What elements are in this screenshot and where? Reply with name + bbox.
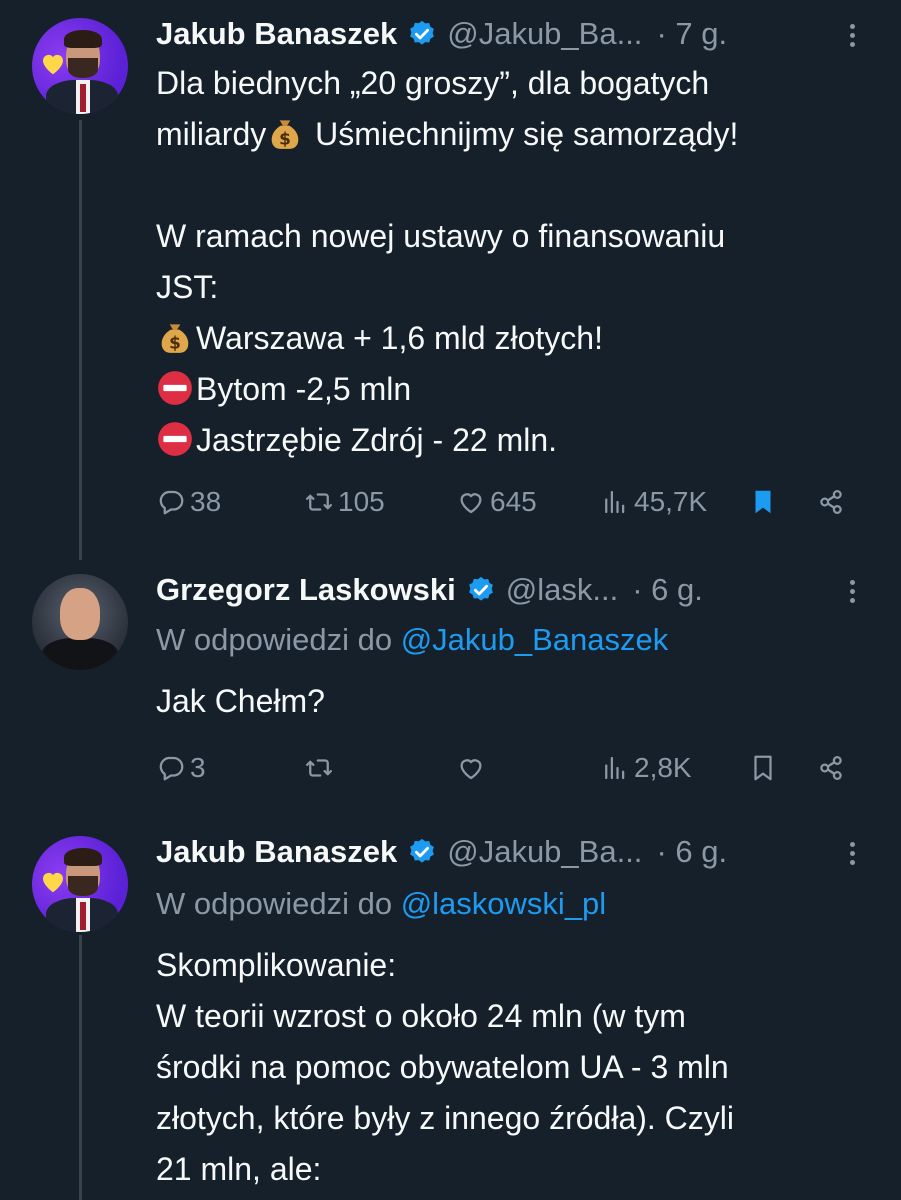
author-handle[interactable]: @Jakub_Ba... [447, 834, 642, 870]
retweet-button[interactable] [304, 748, 334, 788]
tweet-text: Dla biednych „20 groszy”, dla bogatych m… [156, 58, 856, 466]
text-span: Uśmiechnijmy się samorządy! [306, 116, 739, 152]
text-line: środki na pomoc obywatelom UA - 3 mln [156, 1049, 729, 1085]
money-bag-icon: $ [271, 120, 299, 149]
timestamp[interactable]: · 7 g. [656, 16, 727, 52]
reply-icon [159, 490, 184, 515]
avatar[interactable] [32, 18, 128, 114]
bookmark-button[interactable] [748, 482, 778, 522]
reply-to-link[interactable]: @laskowski_pl [401, 886, 606, 921]
more-icon[interactable] [847, 20, 857, 54]
reply-prefix: W odpowiedzi do [156, 886, 393, 921]
author-name[interactable]: Grzegorz Laskowski [156, 572, 456, 608]
reply-prefix: W odpowiedzi do [156, 622, 393, 657]
text-line: W teorii wzrost o około 24 mln (w tym [156, 998, 686, 1034]
reply-context: W odpowiedzi do @Jakub_Banaszek [156, 622, 668, 658]
text-line: $ Warszawa + 1,6 mld złotych! [156, 313, 856, 364]
retweet-icon [306, 759, 332, 777]
author-handle[interactable]: @lask... [506, 572, 618, 608]
heart-icon [43, 872, 63, 893]
share-icon [820, 755, 842, 781]
svg-text:$: $ [169, 333, 181, 353]
tweet-actions: 38 105 645 45,7K [156, 482, 856, 522]
thread-line [79, 120, 82, 560]
more-icon[interactable] [847, 576, 857, 610]
money-bag-icon: $ [161, 324, 189, 353]
tweet-header: Grzegorz Laskowski @lask... · 6 g. [156, 570, 703, 610]
text-span: miliardy [156, 116, 267, 152]
text-line [156, 160, 856, 211]
bookmark-button[interactable] [748, 748, 778, 788]
text-span: Bytom -2,5 mln [196, 371, 412, 407]
like-button[interactable]: 645 [456, 482, 537, 522]
more-icon[interactable] [847, 838, 857, 872]
text-span: Jastrzębie Zdrój - 22 mln. [196, 422, 558, 458]
text-span: Warszawa + 1,6 mld złotych! [196, 320, 603, 356]
text-line: JST: [156, 269, 219, 305]
reply-button[interactable]: 38 [156, 482, 221, 522]
no-entry-icon [158, 422, 192, 456]
text-line: Jastrzębie Zdrój - 22 mln. [156, 415, 856, 466]
text-line: złotych, które były z innego źródła). Cz… [156, 1100, 734, 1136]
reply-button[interactable]: 3 [156, 748, 206, 788]
like-count: 645 [490, 486, 537, 517]
text-line: 21 mln, ale: [156, 1151, 322, 1187]
retweet-icon [306, 493, 332, 511]
timestamp[interactable]: · 6 g. [656, 834, 727, 870]
author-name[interactable]: Jakub Banaszek [156, 834, 397, 870]
views-count: 2,8K [634, 752, 692, 783]
tweet-header: Jakub Banaszek @Jakub_Ba... · 6 g. [156, 832, 727, 872]
retweet-button[interactable]: 105 [304, 482, 385, 522]
bookmark-icon [755, 490, 771, 514]
text-line: Dla biednych „20 groszy”, dla bogatych [156, 65, 710, 101]
like-button[interactable] [456, 748, 486, 788]
timestamp[interactable]: · 6 g. [632, 572, 703, 608]
tweet-text: Skomplikowanie: W teorii wzrost o około … [156, 940, 856, 1195]
share-button[interactable] [816, 748, 846, 788]
views-button[interactable]: 2,8K [600, 748, 692, 788]
share-button[interactable] [816, 482, 846, 522]
views-button[interactable]: 45,7K [600, 482, 707, 522]
author-handle[interactable]: @Jakub_Ba... [447, 16, 642, 52]
reply-count: 38 [190, 486, 222, 517]
tweet-header: Jakub Banaszek @Jakub_Ba... · 7 g. [156, 14, 727, 54]
text-line: miliardy $ Uśmiechnijmy się samorządy! [156, 109, 856, 160]
retweet-count: 105 [338, 486, 385, 517]
reply-to-link[interactable]: @Jakub_Banaszek [401, 622, 669, 657]
like-icon [460, 493, 482, 514]
views-icon [605, 490, 625, 514]
heart-icon [43, 54, 63, 75]
svg-text:$: $ [279, 129, 291, 149]
avatar[interactable] [32, 574, 128, 670]
tweet-text: Jak Chełm? [156, 676, 856, 727]
like-icon [460, 759, 482, 780]
text-line: Jak Chełm? [156, 683, 325, 719]
bookmark-icon [754, 755, 772, 781]
thread-line [79, 935, 82, 1200]
author-name[interactable]: Jakub Banaszek [156, 16, 397, 52]
avatar[interactable] [32, 836, 128, 932]
share-icon [820, 489, 842, 515]
views-icon [605, 756, 625, 780]
views-count: 45,7K [634, 486, 708, 517]
verified-badge-icon [410, 838, 435, 863]
text-line: W ramach nowej ustawy o finansowaniu [156, 218, 726, 254]
text-line: Bytom -2,5 mln [156, 364, 856, 415]
no-entry-icon [158, 371, 192, 405]
verified-badge-icon [468, 576, 493, 601]
tweet-actions: 3 2,8K [156, 748, 856, 788]
reply-count: 3 [190, 752, 206, 783]
verified-badge-icon [410, 20, 435, 45]
reply-icon [159, 756, 184, 781]
text-line: Skomplikowanie: [156, 947, 397, 983]
reply-context: W odpowiedzi do @laskowski_pl [156, 886, 606, 922]
